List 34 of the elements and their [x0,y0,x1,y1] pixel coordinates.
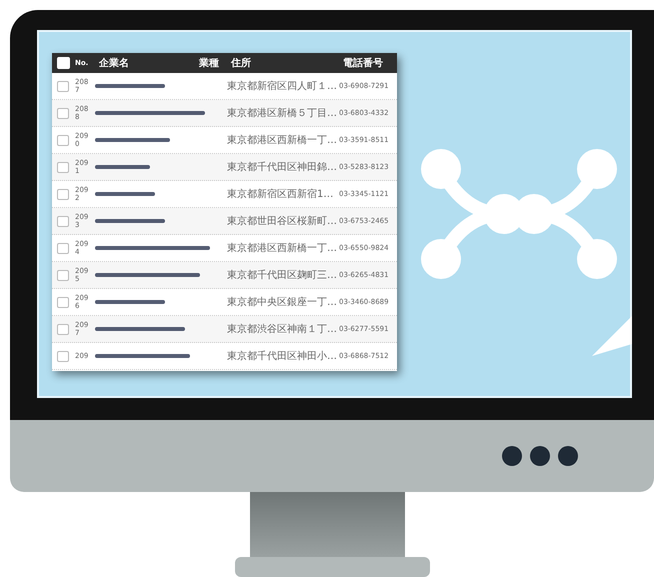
row-checkbox[interactable] [57,188,69,200]
address-cell-text: 東京都港区新橋５丁目… [227,106,338,120]
row-checkbox[interactable] [57,108,69,118]
address-cell-text: 東京都千代田区神田小… [227,350,338,363]
select-all-checkbox[interactable] [57,57,70,69]
address-cell-text: 東京都港区西新橋一丁… [227,134,338,147]
redacted-text [95,219,165,223]
redacted-text [95,165,150,169]
row-checkbox[interactable] [57,216,69,226]
row-checkbox[interactable] [57,324,69,334]
column-header[interactable]: 企業名 [99,56,199,70]
redacted-text [95,84,165,88]
row-checkbox[interactable] [57,270,69,280]
address-cell-text: 東京都渋谷区神南１丁… [227,322,338,336]
column-header[interactable]: 電話番号 [343,56,383,70]
row-checkbox[interactable] [57,162,69,172]
address-cell-text: 東京都千代田区神田錦… [227,160,338,174]
column-header[interactable]: 住所 [231,56,343,70]
column-header[interactable]: 業種 [199,56,231,70]
redacted-text [95,300,165,304]
address-cell-text: 東京都港区西新橋一丁… [227,242,338,255]
row-checkbox[interactable] [57,350,69,362]
address-cell-text: 東京都千代田区麹町三… [227,268,338,282]
address-cell-text: 東京都中央区銀座一丁… [227,296,338,309]
row-checkbox[interactable] [57,80,69,92]
address-cell-text: 東京都新宿区西新宿1… [227,188,334,201]
speech-bubble-tail [592,316,632,356]
address-cell-text: 東京都新宿区四人町１… [227,80,338,93]
address-cell-text: 東京都世田谷区桜新町… [227,214,338,228]
row-checkbox[interactable] [57,242,69,254]
row-checkbox[interactable] [57,134,69,146]
row-checkbox[interactable] [57,296,69,308]
more-icon[interactable] [500,444,580,468]
redacted-text [95,192,155,196]
